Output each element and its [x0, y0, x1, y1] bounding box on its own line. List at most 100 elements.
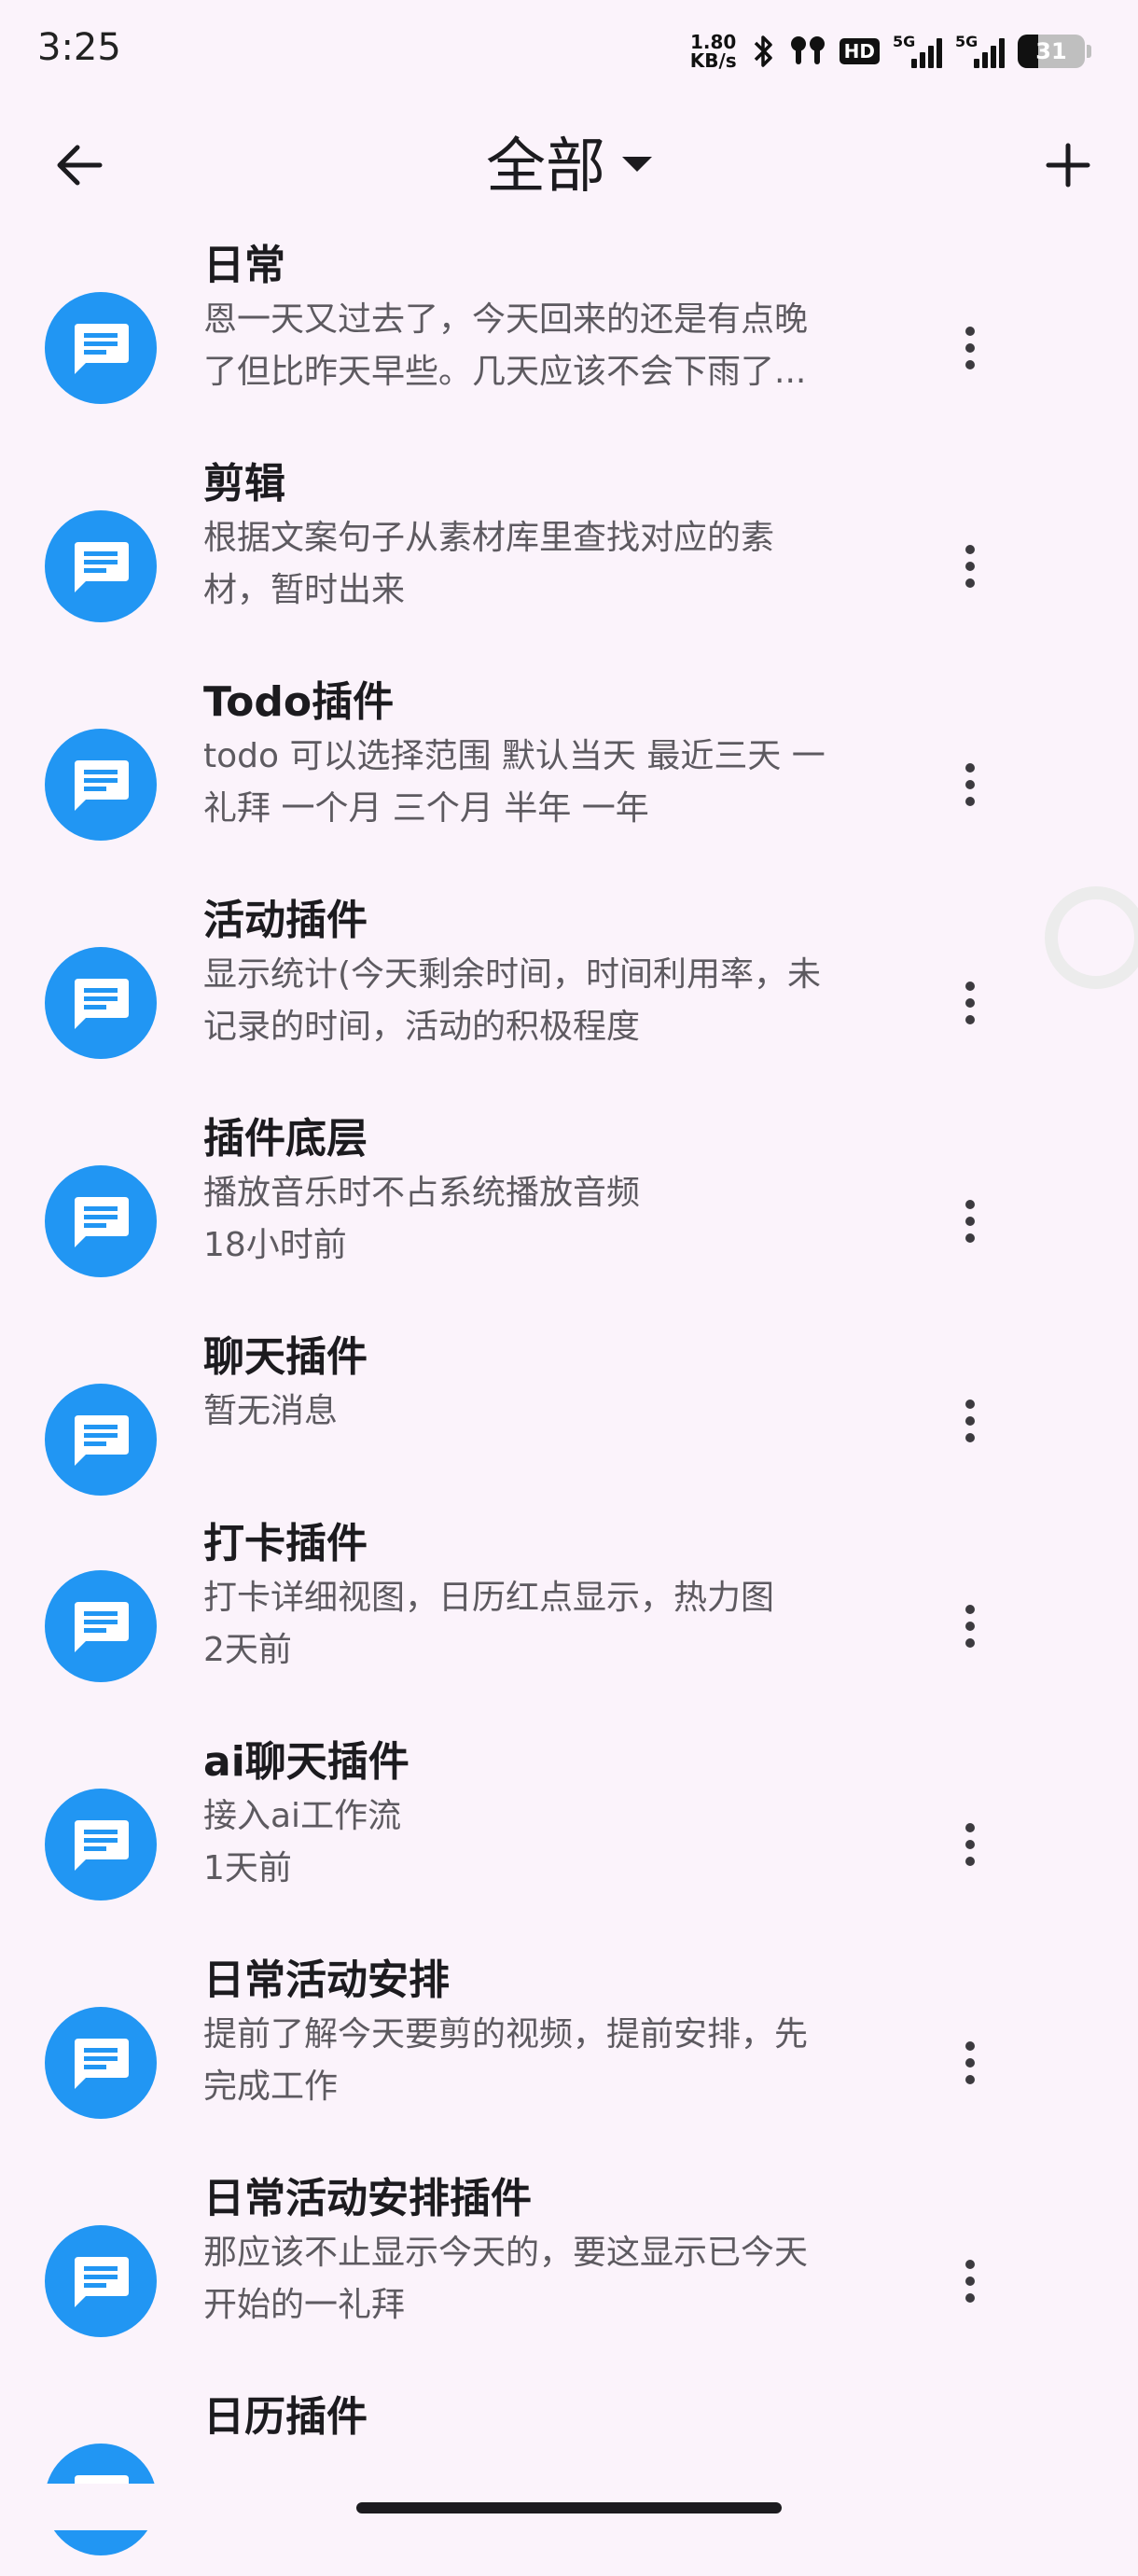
item-description-line2: 1天前 [203, 1849, 292, 1887]
message-text-icon [75, 1415, 129, 1466]
item-texts: 日历插件 [203, 2389, 914, 2445]
message-text-icon [75, 324, 129, 374]
signal-strength-2-icon: 5G [955, 33, 1005, 68]
item-title: 日历插件 [203, 2393, 368, 2441]
add-button[interactable] [1026, 123, 1110, 207]
item-title: 聊天插件 [203, 1333, 368, 1381]
item-title: 日常活动安排 [203, 1956, 450, 2004]
item-title: ai聊天插件 [203, 1738, 409, 1786]
item-avatar [45, 1384, 157, 1496]
item-texts: 日常恩一天又过去了，今天回来的还是有点晚 了但比昨天早些。几天应该不会下雨了... [203, 238, 914, 398]
page-title: 全部 [486, 132, 605, 202]
status-icons: 1.80 KB/s HD 5G 5G 31 [690, 28, 1091, 75]
home-indicator[interactable] [356, 2502, 782, 2513]
item-title: 插件底层 [203, 1115, 368, 1163]
list-item[interactable]: 日常恩一天又过去了，今天回来的还是有点晚 了但比昨天早些。几天应该不会下雨了... [0, 238, 1138, 456]
item-texts: 活动插件显示统计(今天剩余时间，时间利用率，未 记录的时间，活动的积极程度 [203, 893, 914, 1053]
item-avatar [45, 2225, 157, 2337]
item-description-line1: 那应该不止显示今天的，要这显示已今天 [203, 2234, 809, 2272]
item-description-line1: 暂无消息 [203, 1392, 339, 1430]
item-avatar [45, 510, 157, 622]
item-title: 日常活动安排插件 [203, 2175, 532, 2222]
list-item[interactable]: 聊天插件 暂无消息 [0, 1330, 1138, 1516]
message-text-icon [75, 2039, 129, 2089]
bluetooth-icon [754, 35, 772, 67]
more-vert-icon[interactable] [942, 520, 998, 613]
item-description-line2: 完成工作 [203, 2068, 339, 2106]
more-vert-icon[interactable] [942, 1175, 998, 1268]
item-title: 活动插件 [203, 897, 368, 944]
network-speed-value: 1.80 [690, 31, 737, 53]
list-item[interactable]: 日常活动安排提前了解今天要剪的视频，提前安排，先 完成工作 [0, 1953, 1138, 2171]
message-text-icon [75, 1602, 129, 1652]
hd-voice-badge: HD [839, 38, 880, 64]
item-description-line2: 记录的时间，活动的积极程度 [203, 1008, 641, 1046]
item-description-line2: 2天前 [203, 1631, 292, 1669]
item-avatar [45, 1165, 157, 1277]
item-description-line2: 礼拜 一个月 三个月 半年 一年 [203, 789, 649, 828]
list-item[interactable]: Todo插件 todo 可以选择范围 默认当天 最近三天 一礼拜 一个月 三个月 … [0, 675, 1138, 893]
item-texts: 剪辑 根据文案句子从素材库里查找对应的素 材，暂时出来 [203, 456, 914, 617]
item-description-line1: 提前了解今天要剪的视频，提前安排，先 [203, 2015, 809, 2054]
item-title: 打卡插件 [203, 1520, 368, 1567]
more-vert-icon[interactable] [942, 1580, 998, 1673]
list-item[interactable]: 日常活动安排插件那应该不止显示今天的，要这显示已今天 开始的一礼拜 [0, 2171, 1138, 2389]
item-texts: 聊天插件 暂无消息 [203, 1330, 914, 1438]
more-vert-icon[interactable] [942, 2016, 998, 2110]
item-description-line2: 了但比昨天早些。几天应该不会下雨了... [203, 353, 807, 391]
more-vert-icon[interactable] [942, 2235, 998, 2328]
plus-icon [1046, 143, 1090, 188]
item-texts: Todo插件 todo 可以选择范围 默认当天 最近三天 一礼拜 一个月 三个月 … [203, 675, 914, 835]
item-texts: 打卡插件打卡详细视图，日历红点显示，热力图 2天前 [203, 1516, 914, 1677]
battery-tip [1087, 45, 1091, 58]
item-avatar [45, 292, 157, 404]
more-vert-icon[interactable] [942, 738, 998, 831]
battery-percent: 31 [1035, 38, 1067, 64]
list-item[interactable]: ai聊天插件接入ai工作流 1天前 [0, 1734, 1138, 1953]
item-avatar [45, 1570, 157, 1682]
signal2-label: 5G [955, 33, 978, 50]
message-text-icon [75, 979, 129, 1029]
item-description-line2: 18小时前 [203, 1226, 347, 1264]
message-text-icon [75, 542, 129, 592]
message-text-icon [75, 2257, 129, 2307]
more-vert-icon[interactable] [942, 301, 998, 395]
item-title: Todo插件 [203, 678, 395, 726]
item-description-line1: todo 可以选择范围 默认当天 最近三天 一 [203, 737, 826, 775]
item-description-line1: 接入ai工作流 [203, 1797, 402, 1835]
battery-icon: 31 [1018, 35, 1085, 68]
item-description-line2: 开始的一礼拜 [203, 2286, 406, 2324]
item-title: 剪辑 [203, 460, 285, 508]
list-item[interactable]: 打卡插件打卡详细视图，日历红点显示，热力图 2天前 [0, 1516, 1138, 1734]
item-description-line1: 播放音乐时不占系统播放音频 [203, 1174, 641, 1212]
channel-list: 日常恩一天又过去了，今天回来的还是有点晚 了但比昨天早些。几天应该不会下雨了...… [0, 238, 1138, 2576]
list-item[interactable]: 日历插件 [0, 2389, 1138, 2576]
item-title: 日常 [203, 242, 285, 289]
network-speed-unit: KB/s [689, 49, 737, 72]
item-description-line1: 打卡详细视图，日历红点显示，热力图 [203, 1579, 775, 1617]
status-time: 3:25 [37, 26, 121, 69]
item-description-line1: 恩一天又过去了，今天回来的还是有点晚 [203, 300, 809, 339]
list-item[interactable]: 插件底层播放音乐时不占系统播放音频 18小时前 [0, 1111, 1138, 1330]
message-text-icon [75, 1197, 129, 1247]
list-item[interactable]: 活动插件显示统计(今天剩余时间，时间利用率，未 记录的时间，活动的积极程度 [0, 893, 1138, 1111]
item-avatar [45, 947, 157, 1059]
item-texts: ai聊天插件接入ai工作流 1天前 [203, 1734, 914, 1895]
item-texts: 插件底层播放音乐时不占系统播放音频 18小时前 [203, 1111, 914, 1272]
title-dropdown[interactable]: 全部 [0, 119, 1138, 203]
item-avatar [45, 729, 157, 841]
earbuds-icon [790, 36, 825, 64]
network-speed: 1.80 KB/s [690, 33, 737, 70]
item-description-line1: 显示统计(今天剩余时间，时间利用率，未 [203, 955, 822, 994]
item-avatar [45, 2007, 157, 2119]
signal1-label: 5G [893, 33, 916, 50]
list-item[interactable]: 剪辑 根据文案句子从素材库里查找对应的素 材，暂时出来 [0, 456, 1138, 675]
more-vert-icon[interactable] [942, 1374, 998, 1468]
item-texts: 日常活动安排提前了解今天要剪的视频，提前安排，先 完成工作 [203, 1953, 914, 2113]
message-text-icon [75, 760, 129, 811]
more-vert-icon[interactable] [942, 956, 998, 1050]
item-texts: 日常活动安排插件那应该不止显示今天的，要这显示已今天 开始的一礼拜 [203, 2171, 914, 2332]
more-vert-icon[interactable] [942, 1798, 998, 1891]
item-avatar [45, 1789, 157, 1901]
message-text-icon [75, 1820, 129, 1871]
